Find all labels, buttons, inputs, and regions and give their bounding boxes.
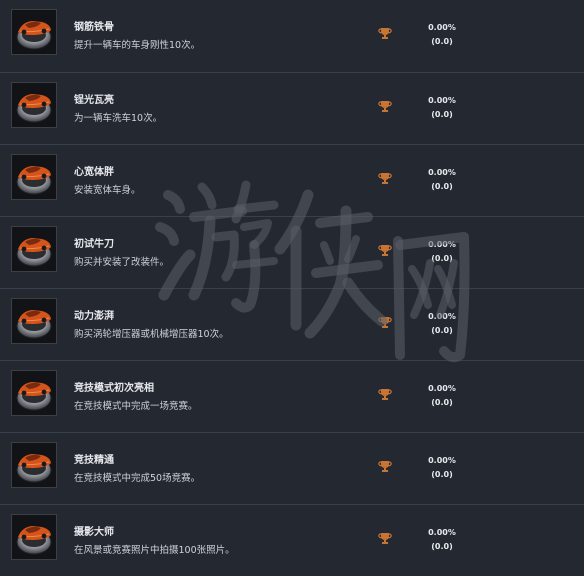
bronze-trophy-icon (378, 98, 392, 112)
unlock-percent: 0.00% (428, 96, 456, 105)
car-badge-icon (11, 298, 57, 344)
achievement-row[interactable]: 心宽体胖 安装宽体车身。 0.00% (0.0) (0, 144, 584, 216)
achievement-row[interactable]: 初试牛刀 购买并安装了改装件。 0.00% (0.0) (0, 216, 584, 288)
achievement-title: 摄影大师 (74, 527, 114, 538)
achievement-description: 安装宽体车身。 (74, 185, 141, 196)
achievement-title: 竞技模式初次亮相 (74, 383, 154, 394)
car-badge-icon (11, 226, 57, 272)
unlock-percent: 0.00% (428, 168, 456, 177)
car-badge-icon (11, 82, 57, 128)
achievement-row[interactable]: 摄影大师 在风景或竞赛照片中拍摄100张照片。 0.00% (0.0) (0, 504, 584, 576)
unlock-percent: 0.00% (428, 528, 456, 537)
bronze-trophy-icon (378, 25, 392, 39)
achievement-description: 为一辆车洗车10次。 (74, 113, 163, 124)
unlock-percent: 0.00% (428, 312, 456, 321)
achievement-row[interactable]: 竞技模式初次亮相 在竞技模式中完成一场竞赛。 0.00% (0.0) (0, 360, 584, 432)
car-badge-icon (11, 370, 57, 416)
achievement-title: 动力澎湃 (74, 311, 114, 322)
achievement-title: 钢筋铁骨 (74, 22, 114, 33)
bronze-trophy-icon (378, 170, 392, 184)
achievement-row[interactable]: 钢筋铁骨 提升一辆车的车身刚性10次。 0.00% (0.0) (0, 0, 584, 72)
achievement-list: 钢筋铁骨 提升一辆车的车身刚性10次。 0.00% (0.0) 锃光瓦亮 为一辆… (0, 0, 584, 576)
achievement-title: 锃光瓦亮 (74, 95, 114, 106)
achievement-title: 心宽体胖 (74, 167, 114, 178)
unlock-count: (0.0) (431, 398, 453, 407)
unlock-percent: 0.00% (428, 23, 456, 32)
achievement-description: 提升一辆车的车身刚性10次。 (74, 40, 201, 51)
unlock-count: (0.0) (431, 542, 453, 551)
unlock-percent: 0.00% (428, 384, 456, 393)
unlock-count: (0.0) (431, 470, 453, 479)
achievement-description: 在风景或竞赛照片中拍摄100张照片。 (74, 545, 235, 556)
unlock-count: (0.0) (431, 326, 453, 335)
bronze-trophy-icon (378, 314, 392, 328)
unlock-percent: 0.00% (428, 240, 456, 249)
achievement-title: 竞技精通 (74, 455, 114, 466)
achievement-row[interactable]: 竞技精通 在竞技模式中完成50场竞赛。 0.00% (0.0) (0, 432, 584, 504)
unlock-count: (0.0) (431, 37, 453, 46)
unlock-count: (0.0) (431, 182, 453, 191)
achievement-row[interactable]: 动力澎湃 购买涡轮增压器或机械增压器10次。 0.00% (0.0) (0, 288, 584, 360)
unlock-percent: 0.00% (428, 456, 456, 465)
achievement-description: 在竞技模式中完成50场竞赛。 (74, 473, 201, 484)
bronze-trophy-icon (378, 458, 392, 472)
bronze-trophy-icon (378, 242, 392, 256)
car-badge-icon (11, 514, 57, 560)
achievement-row[interactable]: 锃光瓦亮 为一辆车洗车10次。 0.00% (0.0) (0, 72, 584, 144)
unlock-count: (0.0) (431, 254, 453, 263)
car-badge-icon (11, 442, 57, 488)
bronze-trophy-icon (378, 530, 392, 544)
achievement-description: 在竞技模式中完成一场竞赛。 (74, 401, 198, 412)
car-badge-icon (11, 154, 57, 200)
achievement-description: 购买涡轮增压器或机械增压器10次。 (74, 329, 229, 340)
achievement-title: 初试牛刀 (74, 239, 114, 250)
car-badge-icon (11, 9, 57, 55)
unlock-count: (0.0) (431, 110, 453, 119)
bronze-trophy-icon (378, 386, 392, 400)
achievement-description: 购买并安装了改装件。 (74, 257, 170, 268)
